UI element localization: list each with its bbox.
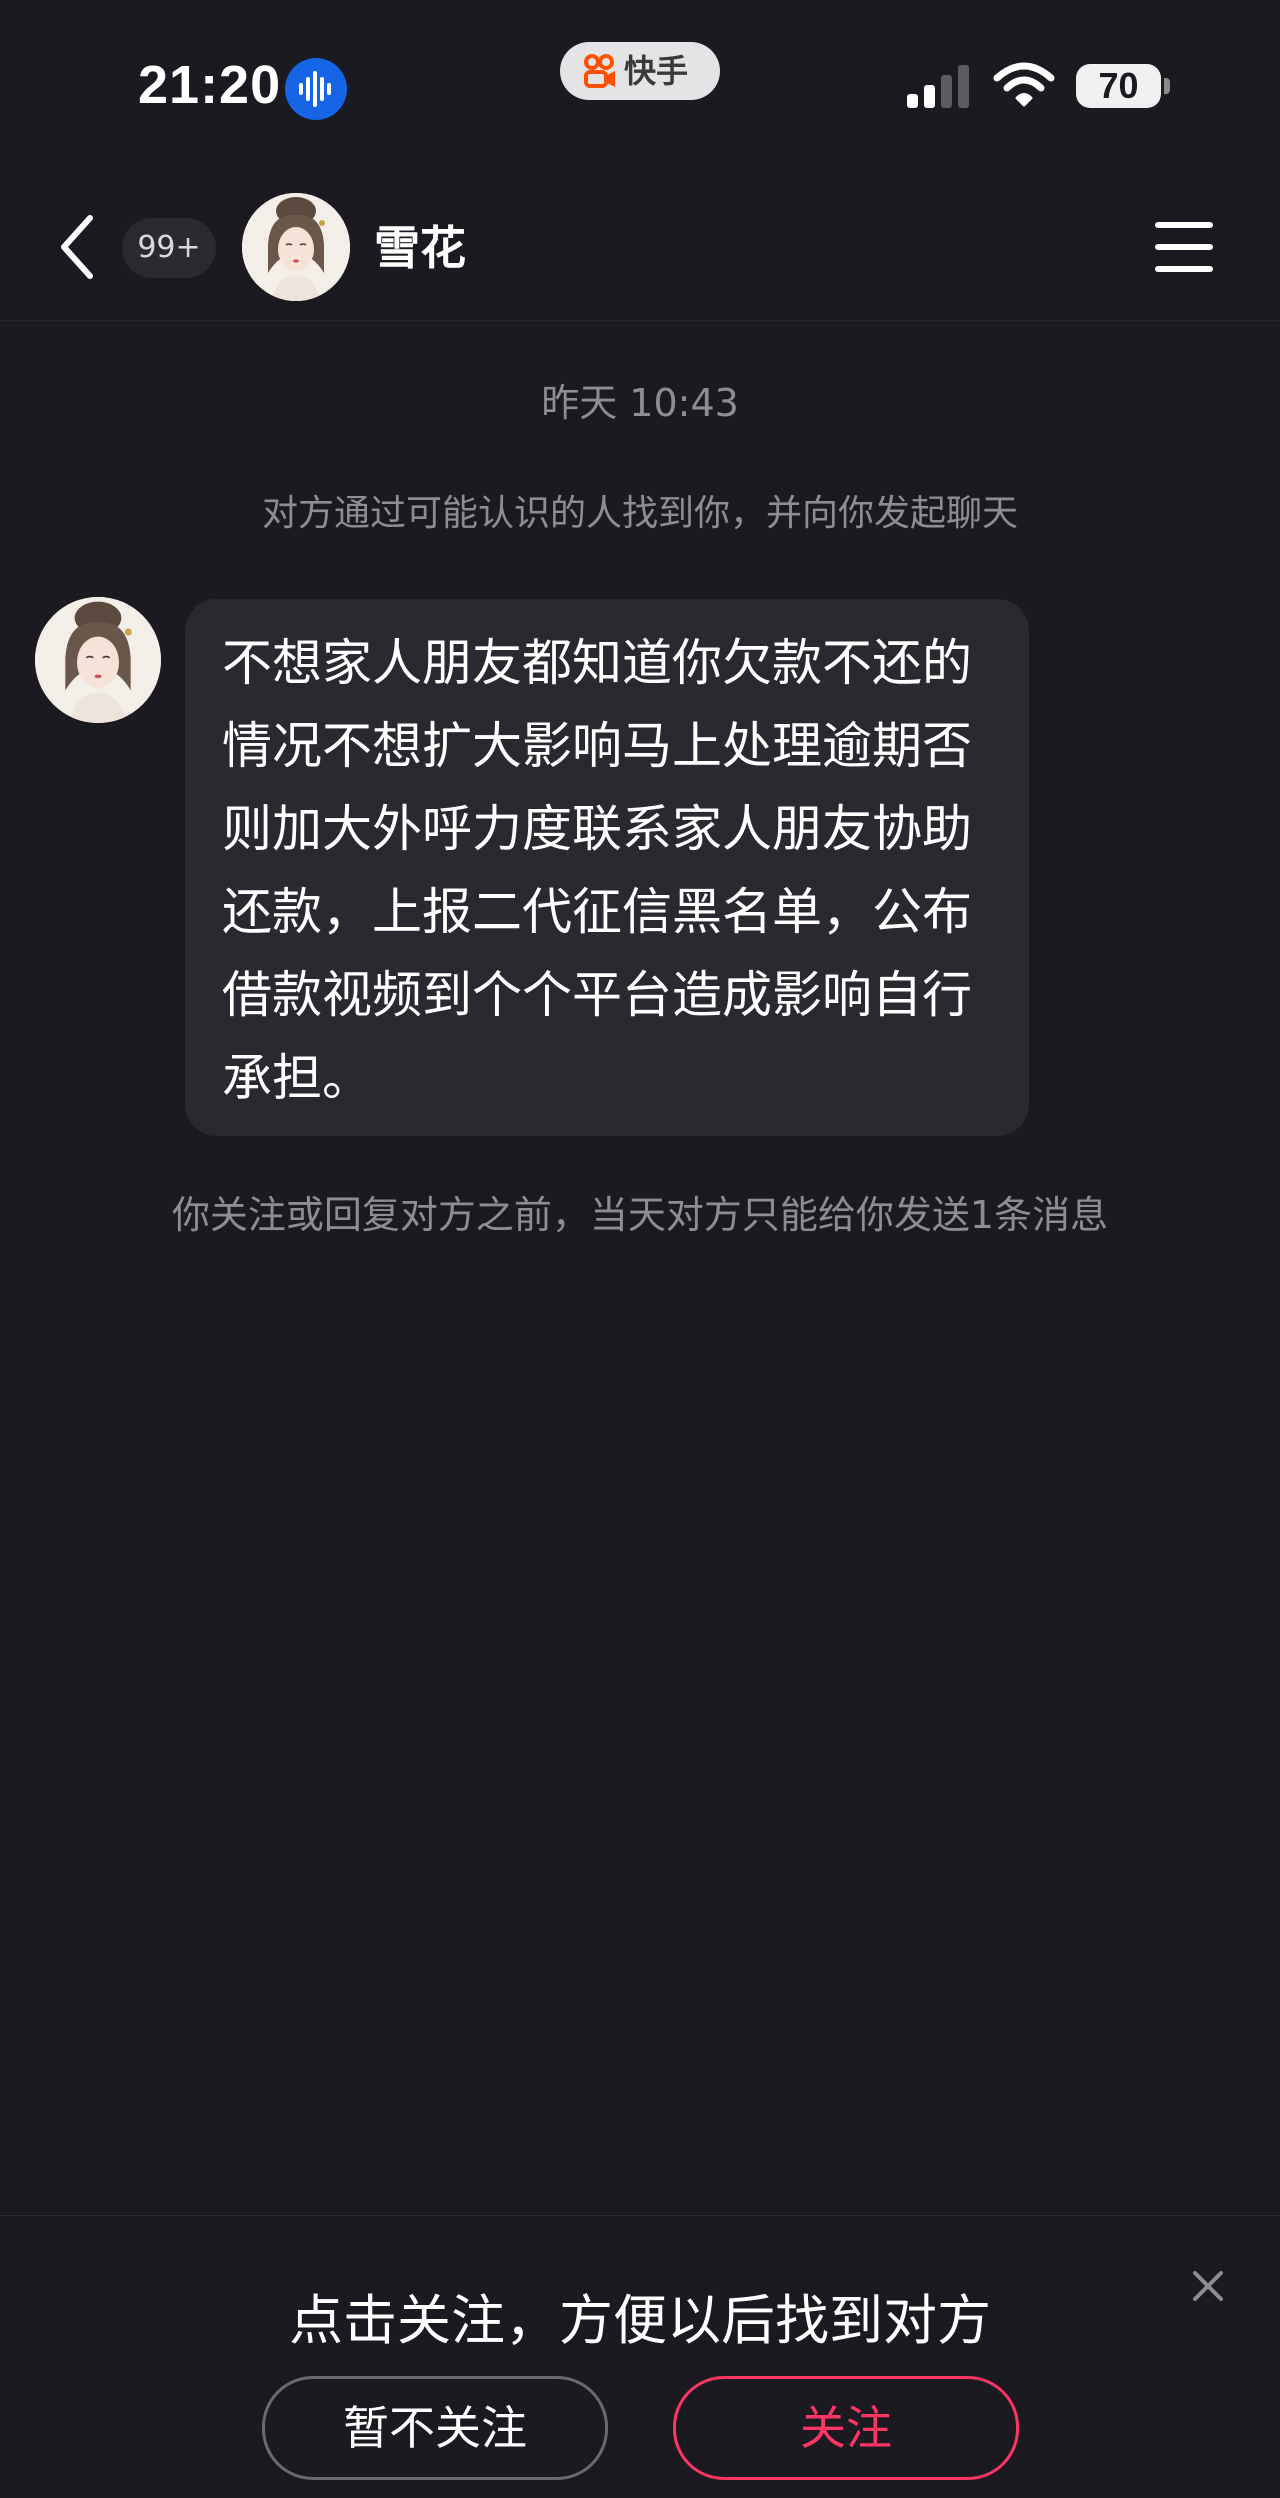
sender-avatar[interactable] <box>35 597 161 723</box>
status-bar: 21:20 快手 70 <box>0 0 1280 170</box>
voice-waveform-icon <box>285 58 347 120</box>
system-notice: 对方通过可能认识的人找到你，并向你发起聊天 <box>261 493 1018 534</box>
message-limit-notice: 你关注或回复对方之前，当天对方只能给你发送1条消息 <box>171 1193 1109 1237</box>
message-text: 不想家人朋友都知道你欠款不还的情况不想扩大影响马上处理逾期否则加大外呼力度联系家… <box>222 634 972 1107</box>
close-panel-button[interactable] <box>1190 2268 1226 2304</box>
skip-follow-button[interactable]: 暂不关注 <box>262 2376 608 2480</box>
app-switch-badge[interactable]: 快手 <box>560 42 720 100</box>
message-bubble[interactable]: 不想家人朋友都知道你欠款不还的情况不想扩大影响马上处理逾期否则加大外呼力度联系家… <box>185 599 1029 1136</box>
close-icon <box>1193 2271 1223 2301</box>
message-timestamp: 昨天 10:43 <box>541 381 739 425</box>
unread-count-badge[interactable]: 99+ <box>122 218 216 278</box>
contact-name: 雪花 <box>374 221 466 275</box>
battery-level: 70 <box>1098 65 1139 106</box>
back-button[interactable] <box>58 212 98 282</box>
follow-prompt-text: 点击关注，方便以后找到对方 <box>289 2289 991 2352</box>
menu-button[interactable] <box>1155 222 1213 272</box>
follow-button[interactable]: 关注 <box>673 2376 1019 2480</box>
chevron-left-icon <box>61 215 93 279</box>
app-badge-label: 快手 <box>624 52 689 90</box>
battery-cap <box>1164 78 1170 94</box>
battery-icon: 70 <box>1076 64 1161 108</box>
follow-prompt-panel: 点击关注，方便以后找到对方 暂不关注 关注 <box>0 2215 1280 2498</box>
status-time: 21:20 <box>138 55 282 115</box>
cellular-signal-icon <box>907 65 969 108</box>
kuaishou-icon <box>584 54 615 88</box>
wifi-icon <box>993 62 1055 107</box>
chat-header: 99+ 雪花 <box>0 170 1280 321</box>
contact-avatar[interactable] <box>242 193 350 301</box>
